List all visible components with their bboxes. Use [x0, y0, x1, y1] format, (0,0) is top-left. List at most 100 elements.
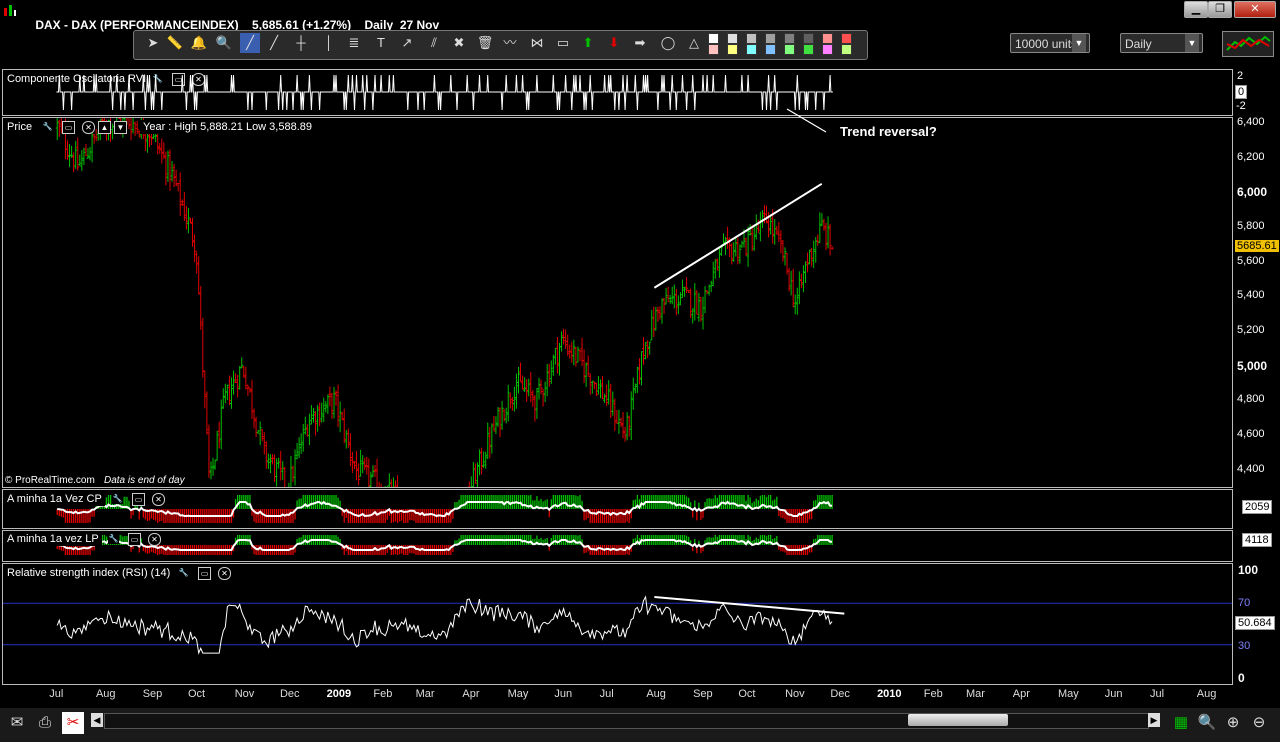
line-icon[interactable]: ╱	[240, 33, 260, 53]
color-swatch[interactable]	[708, 33, 719, 44]
ohlc-bar	[213, 459, 217, 470]
rvi-tick-zero: 0	[1235, 85, 1248, 99]
text-icon[interactable]: T	[371, 33, 391, 53]
alarm-bell-icon[interactable]: 🔔	[189, 33, 209, 53]
color-swatch[interactable]	[746, 44, 757, 55]
copyright-text: © ProRealTime.com	[5, 475, 95, 486]
triangle-icon[interactable]: △	[684, 33, 704, 53]
up-arrow-icon[interactable]: ⬆	[578, 33, 598, 53]
color-swatch[interactable]	[784, 33, 795, 44]
minimize-button[interactable]: ▁	[1184, 1, 1208, 18]
ohlc-bar	[527, 378, 531, 397]
ohlc-bar	[629, 391, 633, 441]
ohlc-bar	[598, 379, 602, 399]
ohlc-bar	[828, 224, 832, 256]
zoom-in-icon[interactable]: ⊕	[1222, 712, 1244, 734]
color-swatch[interactable]	[822, 33, 833, 44]
units-select[interactable]: 10000 units ▼	[1010, 33, 1090, 53]
channel-icon[interactable]: ⫽	[424, 33, 444, 53]
color-swatch[interactable]	[784, 44, 795, 55]
zoom-out-icon[interactable]: ⊖	[1248, 712, 1270, 734]
annotation-text: Trend reversal?	[840, 124, 937, 139]
color-swatch[interactable]	[822, 44, 833, 55]
period-select[interactable]: Daily ▼	[1120, 33, 1203, 53]
ohlc-bar	[765, 205, 769, 224]
cp-indicator-plot	[56, 495, 833, 523]
move-up-icon[interactable]: ▲	[98, 121, 111, 134]
close-panel-icon[interactable]: ✕	[218, 567, 231, 580]
chart-settings-icon[interactable]	[1222, 31, 1274, 57]
window-icon[interactable]: ▭	[132, 493, 145, 506]
color-swatch[interactable]	[803, 44, 814, 55]
ruler-icon[interactable]: 📏	[165, 33, 185, 53]
tools-icon[interactable]: ✖	[449, 33, 469, 53]
ohlc-bar	[672, 284, 676, 309]
ohlc-bar	[627, 415, 631, 437]
rsi-trendline[interactable]	[654, 595, 845, 615]
color-swatch[interactable]	[727, 44, 738, 55]
ohlc-bar	[180, 199, 184, 207]
cp-value: 2059	[1242, 500, 1273, 514]
right-arrow-icon[interactable]: ➡	[630, 33, 650, 53]
color-swatch[interactable]	[841, 33, 852, 44]
indicator-icon[interactable]: 〰	[500, 33, 520, 53]
mail-icon[interactable]: ✉	[6, 712, 28, 734]
ohlc-bar	[86, 148, 90, 159]
ohlc-bar	[295, 442, 299, 460]
x-tick-label: Apr	[1012, 688, 1030, 700]
ohlc-bar	[380, 483, 382, 487]
window-icon[interactable]: ▭	[198, 567, 211, 580]
scrollbar-thumb[interactable]	[908, 714, 1008, 726]
ray-icon[interactable]: ╱	[264, 33, 284, 53]
zoom-fit-icon[interactable]: 🔍	[1196, 712, 1218, 734]
ohlc-bar	[348, 433, 352, 467]
trash-icon[interactable]: 🗑	[475, 33, 495, 53]
down-arrow-icon[interactable]: ⬇	[604, 33, 624, 53]
rectangle-icon[interactable]: ▭	[553, 33, 573, 53]
ohlc-bar	[590, 380, 594, 394]
ohlc-bar	[221, 388, 225, 409]
color-swatch[interactable]	[708, 44, 719, 55]
scroll-left-button[interactable]: ◀	[91, 713, 103, 727]
ohlc-bar	[574, 347, 578, 367]
ellipse-icon[interactable]: ◯	[658, 33, 678, 53]
chart-type-icon[interactable]: ▦	[1170, 712, 1192, 734]
window-icon[interactable]: ▭	[128, 533, 141, 546]
ohlc-bar	[658, 306, 662, 320]
wrench-icon[interactable]: 🔧	[112, 493, 123, 504]
vertical-line-icon[interactable]: │	[319, 33, 339, 53]
close-panel-icon[interactable]: ✕	[152, 493, 165, 506]
ohlc-bar	[709, 280, 713, 293]
ohlc-bar	[342, 408, 346, 444]
wrench-icon[interactable]: 🔧	[42, 121, 53, 132]
close-button[interactable]: ✕	[1234, 1, 1276, 18]
wrench-icon[interactable]: 🔧	[108, 533, 119, 544]
scroll-right-button[interactable]: ▶	[1148, 713, 1160, 727]
fibonacci-icon[interactable]: ≣	[344, 33, 364, 53]
wrench-icon[interactable]: 🔧	[178, 567, 189, 578]
ohlc-bar	[613, 398, 617, 431]
restore-button[interactable]: ❐	[1208, 1, 1232, 18]
arrow-tool-icon[interactable]: ↗	[397, 33, 417, 53]
ohlc-bar	[193, 234, 197, 263]
zoom-icon[interactable]: 🔍	[214, 33, 234, 53]
horizontal-line-icon[interactable]: ┼	[291, 33, 311, 53]
color-swatch[interactable]	[765, 44, 776, 55]
close-panel-icon[interactable]: ✕	[148, 533, 161, 546]
window-icon[interactable]: ▭	[62, 121, 75, 134]
close-panel-icon[interactable]: ✕	[82, 121, 95, 134]
color-swatch[interactable]	[727, 33, 738, 44]
move-down-icon[interactable]: ▼	[114, 121, 127, 134]
ohlc-bar	[223, 383, 227, 404]
color-swatch[interactable]	[803, 33, 814, 44]
color-swatch[interactable]	[746, 33, 757, 44]
cursor-icon[interactable]: ➤	[143, 33, 163, 53]
unlink-icon[interactable]: ✂	[62, 712, 84, 734]
lp-panel-label: A minha 1a vez LP	[4, 532, 102, 546]
color-swatch[interactable]	[765, 33, 776, 44]
price-trendline[interactable]	[653, 182, 823, 289]
print-icon[interactable]: ⎙	[34, 712, 56, 734]
pattern-icon[interactable]: ⋈	[527, 33, 547, 53]
color-swatch[interactable]	[841, 44, 852, 55]
x-tick-label: 2009	[326, 688, 352, 700]
